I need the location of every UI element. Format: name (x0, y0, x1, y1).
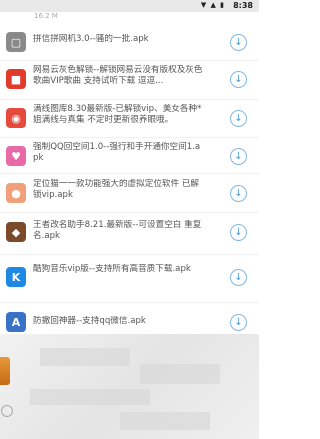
list-item[interactable]: K 酷狗音乐vip版--支持所有高音质下载.apk ↓ (0, 254, 259, 303)
download-title: 酷狗音乐vip版--支持所有高音质下载.apk (33, 264, 191, 274)
list-item[interactable]: ■ 网易云灰色解锁--解锁网易云没有版权及灰色歌曲VIP歌曲 支持试听下载 逗逗.… (0, 60, 259, 100)
list-item[interactable]: ● 定位猫一一款功能强大的虚拟定位软件 已解锁vip.apk ↓ (0, 173, 259, 213)
app-icon-game: ◆ (6, 222, 26, 242)
status-icons: ▼ ▲ ▮ (200, 1, 225, 9)
download-icon[interactable]: ↓ (230, 224, 247, 241)
blurred-bottom-panel (0, 334, 259, 439)
blur-block (140, 364, 220, 384)
list-item[interactable]: ◆ 王者改名助手8.21.最新版--可设置空白 重复名.apk ↓ (0, 212, 259, 255)
blur-block (40, 348, 130, 366)
app-icon-red-box: ■ (6, 69, 26, 89)
app-icon-a-logo: A (6, 312, 26, 332)
download-icon[interactable]: ↓ (230, 185, 247, 202)
app-icon-red-camera: ◉ (6, 108, 26, 128)
download-icon[interactable]: ↓ (230, 148, 247, 165)
download-title: 拼信拼网机3.0--骚的一批.apk (33, 34, 149, 44)
download-icon[interactable]: ↓ (230, 314, 247, 331)
list-item[interactable]: ▢ 拼信拼网机3.0--骚的一批.apk ↓ (0, 22, 259, 61)
download-icon[interactable]: ↓ (230, 110, 247, 127)
list-item[interactable]: ◉ 满线图库8.30最新版-已解锁vip、美女各种*姐满线与真集 不定时更新很养眼… (0, 99, 259, 138)
partial-file-size: 16.2 M (34, 12, 58, 20)
status-bar: ▼ ▲ ▮ 8:38 (0, 0, 259, 12)
download-title: 满线图库8.30最新版-已解锁vip、美女各种*姐满线与真集 不定时更新很养眼哦… (33, 104, 202, 125)
list-item[interactable]: ♥ 强制QQ回空间1.0--强行和手开通你空间1.apk ↓ (0, 137, 259, 174)
download-title: 王者改名助手8.21.最新版--可设置空白 重复名.apk (33, 220, 202, 241)
app-icon-blue-k: K (6, 267, 26, 287)
download-title: 防撤回神器--支持qq微信.apk (33, 316, 146, 326)
app-icon-grey-square: ▢ (6, 32, 26, 52)
status-time: 8:38 (233, 1, 253, 10)
download-icon[interactable]: ↓ (230, 71, 247, 88)
download-icon[interactable]: ↓ (230, 34, 247, 51)
download-title: 强制QQ回空间1.0--强行和手开通你空间1.apk (33, 142, 201, 163)
side-app-icon[interactable] (0, 357, 10, 385)
app-icon-pink-chat: ♥ (6, 146, 26, 166)
blur-block (120, 412, 210, 430)
app-icon-avatar: ● (6, 183, 26, 203)
blur-block (30, 389, 150, 405)
download-icon[interactable]: ↓ (230, 269, 247, 286)
download-title: 网易云灰色解锁--解锁网易云没有版权及灰色歌曲VIP歌曲 支持试听下载 逗逗..… (33, 65, 203, 86)
download-title: 定位猫一一款功能强大的虚拟定位软件 已解锁vip.apk (33, 179, 200, 200)
gear-icon[interactable] (1, 405, 13, 417)
list-item[interactable]: A 防撤回神器--支持qq微信.apk ↓ (0, 302, 259, 335)
